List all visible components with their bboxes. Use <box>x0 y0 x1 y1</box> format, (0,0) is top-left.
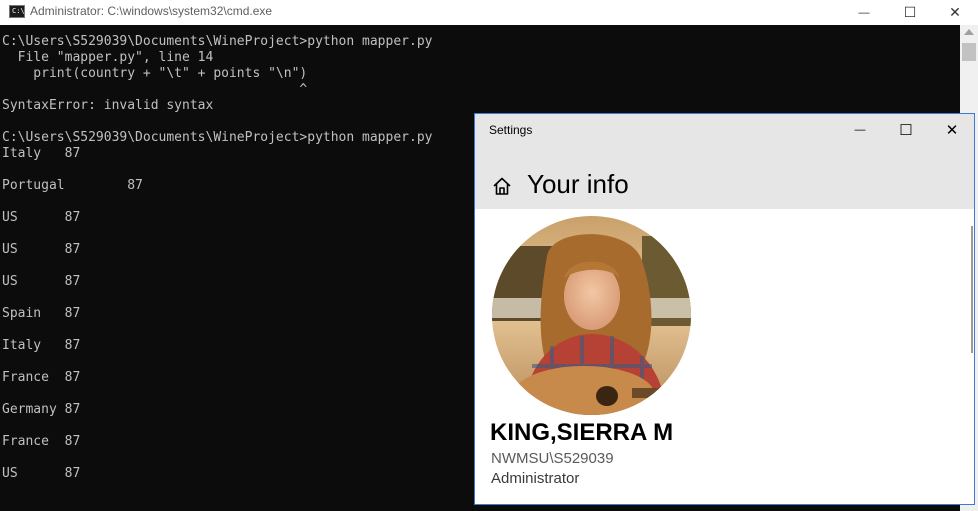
cmd-close-button[interactable]: ✕ <box>932 0 978 25</box>
cmd-maximize-button[interactable]: ☐ <box>887 0 933 25</box>
console-line: France 87 <box>2 434 81 449</box>
console-line: C:\Users\S529039\Documents\WineProject>p… <box>2 34 433 49</box>
scroll-up-arrow-icon[interactable] <box>964 29 974 35</box>
console-line: Spain 87 <box>2 306 81 321</box>
maximize-icon: ☐ <box>903 4 917 20</box>
cmd-titlebar[interactable]: C:\ Administrator: C:\windows\system32\c… <box>0 0 978 25</box>
cmd-window-title: Administrator: C:\windows\system32\cmd.e… <box>30 4 273 18</box>
user-display-name: KING,SIERRA M <box>490 419 674 446</box>
console-line: US 87 <box>2 242 81 257</box>
console-line: Portugal 87 <box>2 178 143 193</box>
console-line: C:\Users\S529039\Documents\WineProject>p… <box>2 130 433 145</box>
settings-window-title: Settings <box>489 123 533 137</box>
settings-close-button[interactable]: ✕ <box>929 114 974 146</box>
console-line: Italy 87 <box>2 146 81 161</box>
console-line: Italy 87 <box>2 338 81 353</box>
settings-scrollbar[interactable] <box>971 226 973 353</box>
maximize-icon: ☐ <box>899 122 913 139</box>
console-line: ^ <box>2 82 308 97</box>
console-line: US 87 <box>2 274 81 289</box>
minimize-icon: — <box>858 6 870 19</box>
page-title: Your info <box>527 169 629 199</box>
console-line: Germany 87 <box>2 402 81 417</box>
console-line: US 87 <box>2 210 81 225</box>
scrollbar-thumb[interactable] <box>962 43 976 61</box>
cmd-app-icon[interactable]: C:\ <box>9 5 25 18</box>
settings-titlebar[interactable]: Settings — ☐ ✕ <box>475 114 974 146</box>
close-icon: ✕ <box>945 122 959 139</box>
home-icon[interactable] <box>491 175 513 197</box>
settings-window: Settings — ☐ ✕ Your info KING,SIERRA M N… <box>474 113 975 505</box>
user-role: Administrator <box>491 470 580 487</box>
user-account-id: NWMSU\S529039 <box>491 450 614 467</box>
console-line: File "mapper.py", line 14 <box>2 50 214 65</box>
settings-minimize-button[interactable]: — <box>837 114 883 146</box>
settings-maximize-button[interactable]: ☐ <box>883 114 929 146</box>
console-line: France 87 <box>2 370 81 385</box>
avatar <box>492 216 691 415</box>
settings-page-header: Your info <box>475 146 974 209</box>
console-line: SyntaxError: invalid syntax <box>2 98 214 113</box>
minimize-icon: — <box>854 124 866 136</box>
console-line: print(country + "\t" + points "\n") <box>2 66 308 81</box>
close-icon: ✕ <box>949 4 961 20</box>
console-line: US 87 <box>2 466 81 481</box>
cmd-minimize-button[interactable]: — <box>841 0 887 25</box>
